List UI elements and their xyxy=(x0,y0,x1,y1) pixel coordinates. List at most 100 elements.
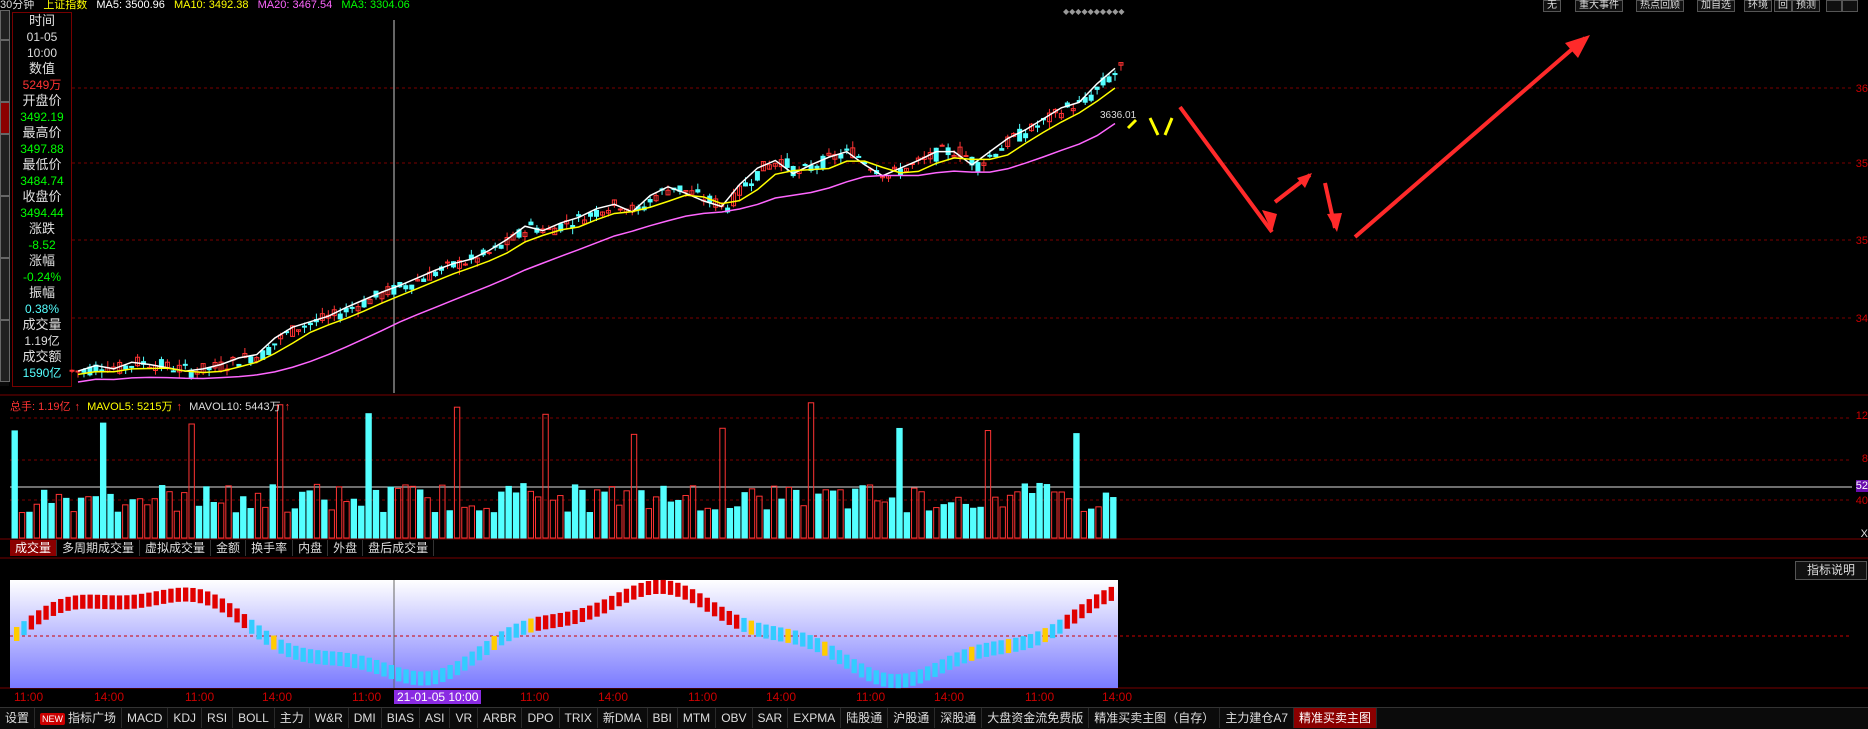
tab-hugutong[interactable]: 沪股通 xyxy=(888,708,936,728)
volume-bar xyxy=(955,496,962,539)
candlestick-series xyxy=(69,62,1124,380)
indicator-bar xyxy=(836,650,843,665)
tab-bias[interactable]: BIAS xyxy=(382,708,421,728)
indicator-bar xyxy=(800,632,806,647)
tab-virtual-volume[interactable]: 虚拟成交量 xyxy=(140,540,212,556)
volume-bar xyxy=(933,507,940,539)
candle-body xyxy=(963,155,969,158)
candle-body xyxy=(361,299,367,308)
indicator-bar xyxy=(410,670,417,685)
volume-bar xyxy=(431,512,439,539)
volume-bar xyxy=(439,484,446,539)
indicator-bar xyxy=(329,651,336,666)
indicator-bar xyxy=(476,646,483,661)
tab-mtm[interactable]: MTM xyxy=(678,708,717,728)
tab-new-dma[interactable]: 新DMA xyxy=(598,708,648,728)
tab-multi-period-volume[interactable]: 多周期成交量 xyxy=(57,540,141,556)
tab-settings[interactable]: 设置 xyxy=(0,708,36,728)
volume-bar xyxy=(571,484,579,539)
candle-body xyxy=(999,148,1005,151)
volume-bar xyxy=(852,488,859,539)
indicator-bar xyxy=(396,667,402,682)
tab-obv[interactable]: OBV xyxy=(716,708,753,728)
time-tick: 11:00 xyxy=(352,690,382,704)
price-tick: 35 xyxy=(1855,158,1868,170)
volume-bar xyxy=(741,492,748,539)
candle-body xyxy=(123,365,129,370)
volume-bar xyxy=(217,502,225,539)
indicator-bar xyxy=(1086,599,1092,614)
tab-after-hours[interactable]: 盘后成交量 xyxy=(363,540,435,556)
tab-shengutong[interactable]: 深股通 xyxy=(935,708,983,728)
volume-bar xyxy=(1036,482,1043,539)
tab-boll[interactable]: BOLL xyxy=(233,708,275,728)
candle-body xyxy=(754,171,760,181)
indicator-bar xyxy=(87,594,93,609)
tab-dmi[interactable]: DMI xyxy=(349,708,382,728)
volume-bar xyxy=(726,507,734,539)
indicator-bar xyxy=(388,665,395,680)
candle-body xyxy=(403,285,409,290)
tab-precise-main[interactable]: 精准买卖主图 xyxy=(1294,708,1378,728)
indicator-bar xyxy=(344,652,350,667)
indicator-bar xyxy=(50,601,57,616)
volume-bar xyxy=(542,413,549,539)
tab-precise-saved[interactable]: 精准买卖主图（自存） xyxy=(1089,708,1221,728)
indicator-bar xyxy=(733,614,740,629)
indicator-bar xyxy=(182,587,189,602)
tab-arbr[interactable]: ARBR xyxy=(478,708,523,728)
candle-body xyxy=(182,363,188,366)
indicator-bar xyxy=(21,621,27,636)
volume-bar xyxy=(498,491,505,539)
mavol10: MAVOL10: 5443万 xyxy=(189,401,281,413)
last-price-label: 3636.01 xyxy=(1100,110,1137,121)
indicator-bar xyxy=(28,615,35,630)
tab-indicator-square[interactable]: NEW 指标广场 xyxy=(35,708,123,728)
volume-bar xyxy=(962,503,970,539)
indicator-bar xyxy=(1020,636,1026,651)
tab-inner[interactable]: 内盘 xyxy=(293,540,329,556)
tab-lugutong[interactable]: 陆股通 xyxy=(841,708,889,728)
chart-canvas[interactable] xyxy=(0,0,1868,728)
volume-bar xyxy=(48,502,55,539)
tab-rsi[interactable]: RSI xyxy=(202,708,234,728)
tab-wr[interactable]: W&R xyxy=(310,708,349,728)
tab-volume[interactable]: 成交量 xyxy=(10,540,58,556)
tab-vr[interactable]: VR xyxy=(450,708,479,728)
tab-asi[interactable]: ASI xyxy=(420,708,451,728)
indicator-bar xyxy=(785,628,791,643)
tab-dpo[interactable]: DPO xyxy=(522,708,560,728)
volume-bar xyxy=(815,493,822,539)
indicator-bar xyxy=(160,589,167,604)
tab-sar[interactable]: SAR xyxy=(753,708,789,728)
volume-bar xyxy=(1051,491,1058,539)
indicator-bar xyxy=(263,630,270,645)
volume-bar xyxy=(144,504,151,539)
tab-main-build-a7[interactable]: 主力建仓A7 xyxy=(1220,708,1294,728)
volume-bar xyxy=(711,509,719,539)
tab-main-force[interactable]: 主力 xyxy=(275,708,310,728)
volume-bar xyxy=(623,490,630,539)
tab-amount[interactable]: 金额 xyxy=(211,540,247,556)
tab-fund-flow[interactable]: 大盘资金流免费版 xyxy=(982,708,1090,728)
indicator-bar xyxy=(278,639,284,654)
tab-turnover[interactable]: 换手率 xyxy=(246,540,294,556)
indicator-bar xyxy=(645,581,652,596)
volume-bar xyxy=(225,485,232,539)
tab-macd[interactable]: MACD xyxy=(122,708,169,728)
indicator-bar xyxy=(506,627,512,642)
candle-body xyxy=(1088,94,1094,101)
indicator-help-button[interactable]: 指标说明 xyxy=(1795,561,1867,580)
tab-bbi[interactable]: BBI xyxy=(648,708,678,728)
tab-outer[interactable]: 外盘 xyxy=(328,540,364,556)
tab-expma[interactable]: EXPMA xyxy=(788,708,842,728)
indicator-bar xyxy=(43,605,49,620)
indicator-bar xyxy=(895,674,901,689)
volume-bar xyxy=(645,508,652,539)
volume-bar xyxy=(719,427,726,539)
tab-kdj[interactable]: KDJ xyxy=(168,708,203,728)
volume-bar xyxy=(461,506,468,539)
tab-trix[interactable]: TRIX xyxy=(560,708,598,728)
candle-body xyxy=(486,251,492,254)
volume-bar xyxy=(321,499,328,539)
